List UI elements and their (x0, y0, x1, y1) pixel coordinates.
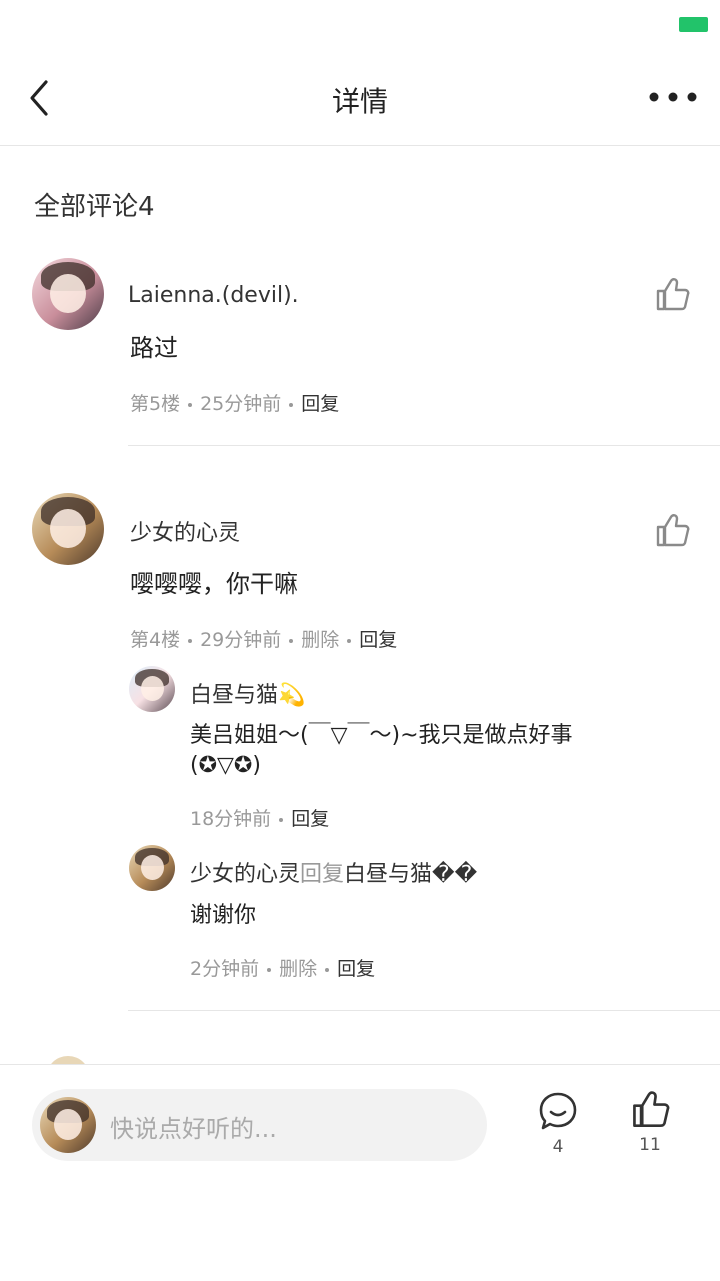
like-count-button[interactable]: 11 (620, 1089, 680, 1155)
like-count: 11 (639, 1135, 661, 1155)
comment-input-placeholder: 快说点好听的... (110, 1115, 277, 1143)
reply-meta: 2分钟前 删除 回复 (190, 954, 375, 981)
page-title: 详情 (331, 85, 388, 118)
avatar[interactable] (129, 666, 175, 712)
comment-meta: 第5楼 25分钟前 回复 (130, 389, 339, 416)
delete-button[interactable]: 删除 (301, 629, 339, 651)
reply-author[interactable]: 白昼与猫💫 (190, 677, 305, 709)
comment-text: 路过 (130, 334, 178, 362)
reply-text: 美吕姐姐～(￣▽￣～)~我只是做点好事(✪▽✪) (190, 723, 573, 778)
comment-meta: 第4楼 29分钟前 删除 回复 (130, 625, 397, 652)
timestamp: 18分钟前 (190, 808, 272, 830)
like-button[interactable] (654, 276, 690, 312)
reply-target[interactable]: 白昼与猫�� (344, 862, 477, 887)
reply-word: 回复 (300, 862, 345, 887)
avatar[interactable] (32, 493, 104, 565)
avatar (40, 1097, 96, 1153)
timestamp: 29分钟前 (200, 629, 282, 651)
thumbs-up-icon (656, 514, 690, 547)
nav-bar: 详情 (0, 50, 720, 146)
reply-button[interactable]: 回复 (301, 393, 339, 415)
comment-author[interactable]: 少女的心灵 (130, 515, 240, 547)
like-button[interactable] (654, 512, 690, 548)
status-bar (0, 0, 720, 50)
battery-icon (679, 17, 708, 32)
timestamp: 2分钟前 (190, 958, 260, 980)
comment-count: 4 (552, 1137, 564, 1157)
more-button[interactable] (648, 82, 698, 112)
comment-bubble-icon (539, 1092, 577, 1130)
reply-meta: 18分钟前 回复 (190, 804, 329, 831)
divider (128, 1010, 720, 1011)
comment-input-bar: 快说点好听的... 4 11 (0, 1064, 720, 1281)
delete-button[interactable]: 删除 (279, 958, 317, 980)
reply-author[interactable]: 少女的心灵 (190, 862, 300, 887)
avatar[interactable] (32, 258, 104, 330)
comment-author[interactable]: Laienna.(devil). (128, 283, 299, 308)
floor-label: 第5楼 (130, 393, 181, 415)
comment-text: 嘤嘤嘤，你干嘛 (130, 570, 298, 598)
reply-button[interactable]: 回复 (359, 629, 397, 651)
timestamp: 25分钟前 (200, 393, 282, 415)
more-dots-icon (649, 92, 697, 102)
comments-section-title: 全部评论4 (34, 192, 155, 222)
comment-input[interactable]: 快说点好听的... (32, 1089, 487, 1161)
floor-label: 第4楼 (130, 629, 181, 651)
reply-button[interactable]: 回复 (337, 958, 375, 980)
reply-button[interactable]: 回复 (291, 808, 329, 830)
thumbs-up-icon (656, 278, 690, 311)
reply-text: 谢谢你 (190, 903, 257, 928)
divider (128, 445, 720, 446)
comment-count-button[interactable]: 4 (528, 1091, 588, 1157)
avatar[interactable] (129, 845, 175, 891)
thumbs-up-icon (633, 1091, 670, 1127)
reply-header: 少女的心灵回复白昼与猫�� (190, 856, 477, 888)
